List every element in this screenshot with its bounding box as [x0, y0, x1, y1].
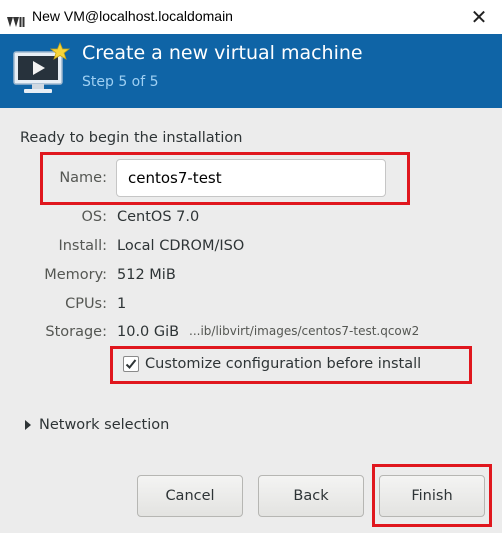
memory-value: 512 MiB	[117, 267, 176, 283]
virt-manager-app-icon	[7, 12, 25, 31]
os-label: OS:	[81, 209, 107, 225]
network-selection-label[interactable]: Network selection	[39, 417, 169, 433]
close-icon[interactable]: ✕	[456, 0, 502, 34]
customize-checkbox-row[interactable]: Customize configuration before install	[117, 352, 421, 376]
wizard-step-indicator: Step 5 of 5	[82, 74, 159, 90]
window-title: New VM@localhost.localdomain	[32, 8, 233, 24]
checkmark-icon	[125, 359, 137, 369]
name-label: Name:	[59, 170, 107, 186]
storage-label: Storage:	[45, 324, 107, 340]
wizard-heading: Create a new virtual machine	[82, 42, 363, 64]
storage-path: ...ib/libvirt/images/centos7-test.qcow2	[189, 324, 420, 338]
back-button[interactable]: Back	[258, 475, 364, 517]
vm-name-input[interactable]	[116, 159, 386, 197]
window-titlebar: New VM@localhost.localdomain ✕	[0, 0, 502, 35]
customize-checkbox[interactable]	[123, 356, 139, 372]
cpus-value: 1	[117, 296, 127, 312]
customize-checkbox-label[interactable]: Customize configuration before install	[145, 356, 421, 372]
network-selection-expander[interactable]: Network selection	[25, 417, 169, 433]
finish-button[interactable]: Finish	[379, 475, 485, 517]
ready-heading: Ready to begin the installation	[20, 130, 243, 146]
vm-monitor-icon	[12, 41, 71, 104]
cpus-label: CPUs:	[65, 296, 107, 312]
os-value: CentOS 7.0	[117, 209, 200, 225]
expander-arrow-icon	[25, 420, 31, 430]
wizard-banner: Create a new virtual machine Step 5 of 5	[0, 34, 502, 108]
install-label: Install:	[58, 238, 107, 254]
cancel-button[interactable]: Cancel	[137, 475, 243, 517]
install-value: Local CDROM/ISO	[117, 238, 245, 254]
memory-label: Memory:	[44, 267, 107, 283]
storage-value: 10.0 GiB	[117, 324, 180, 340]
